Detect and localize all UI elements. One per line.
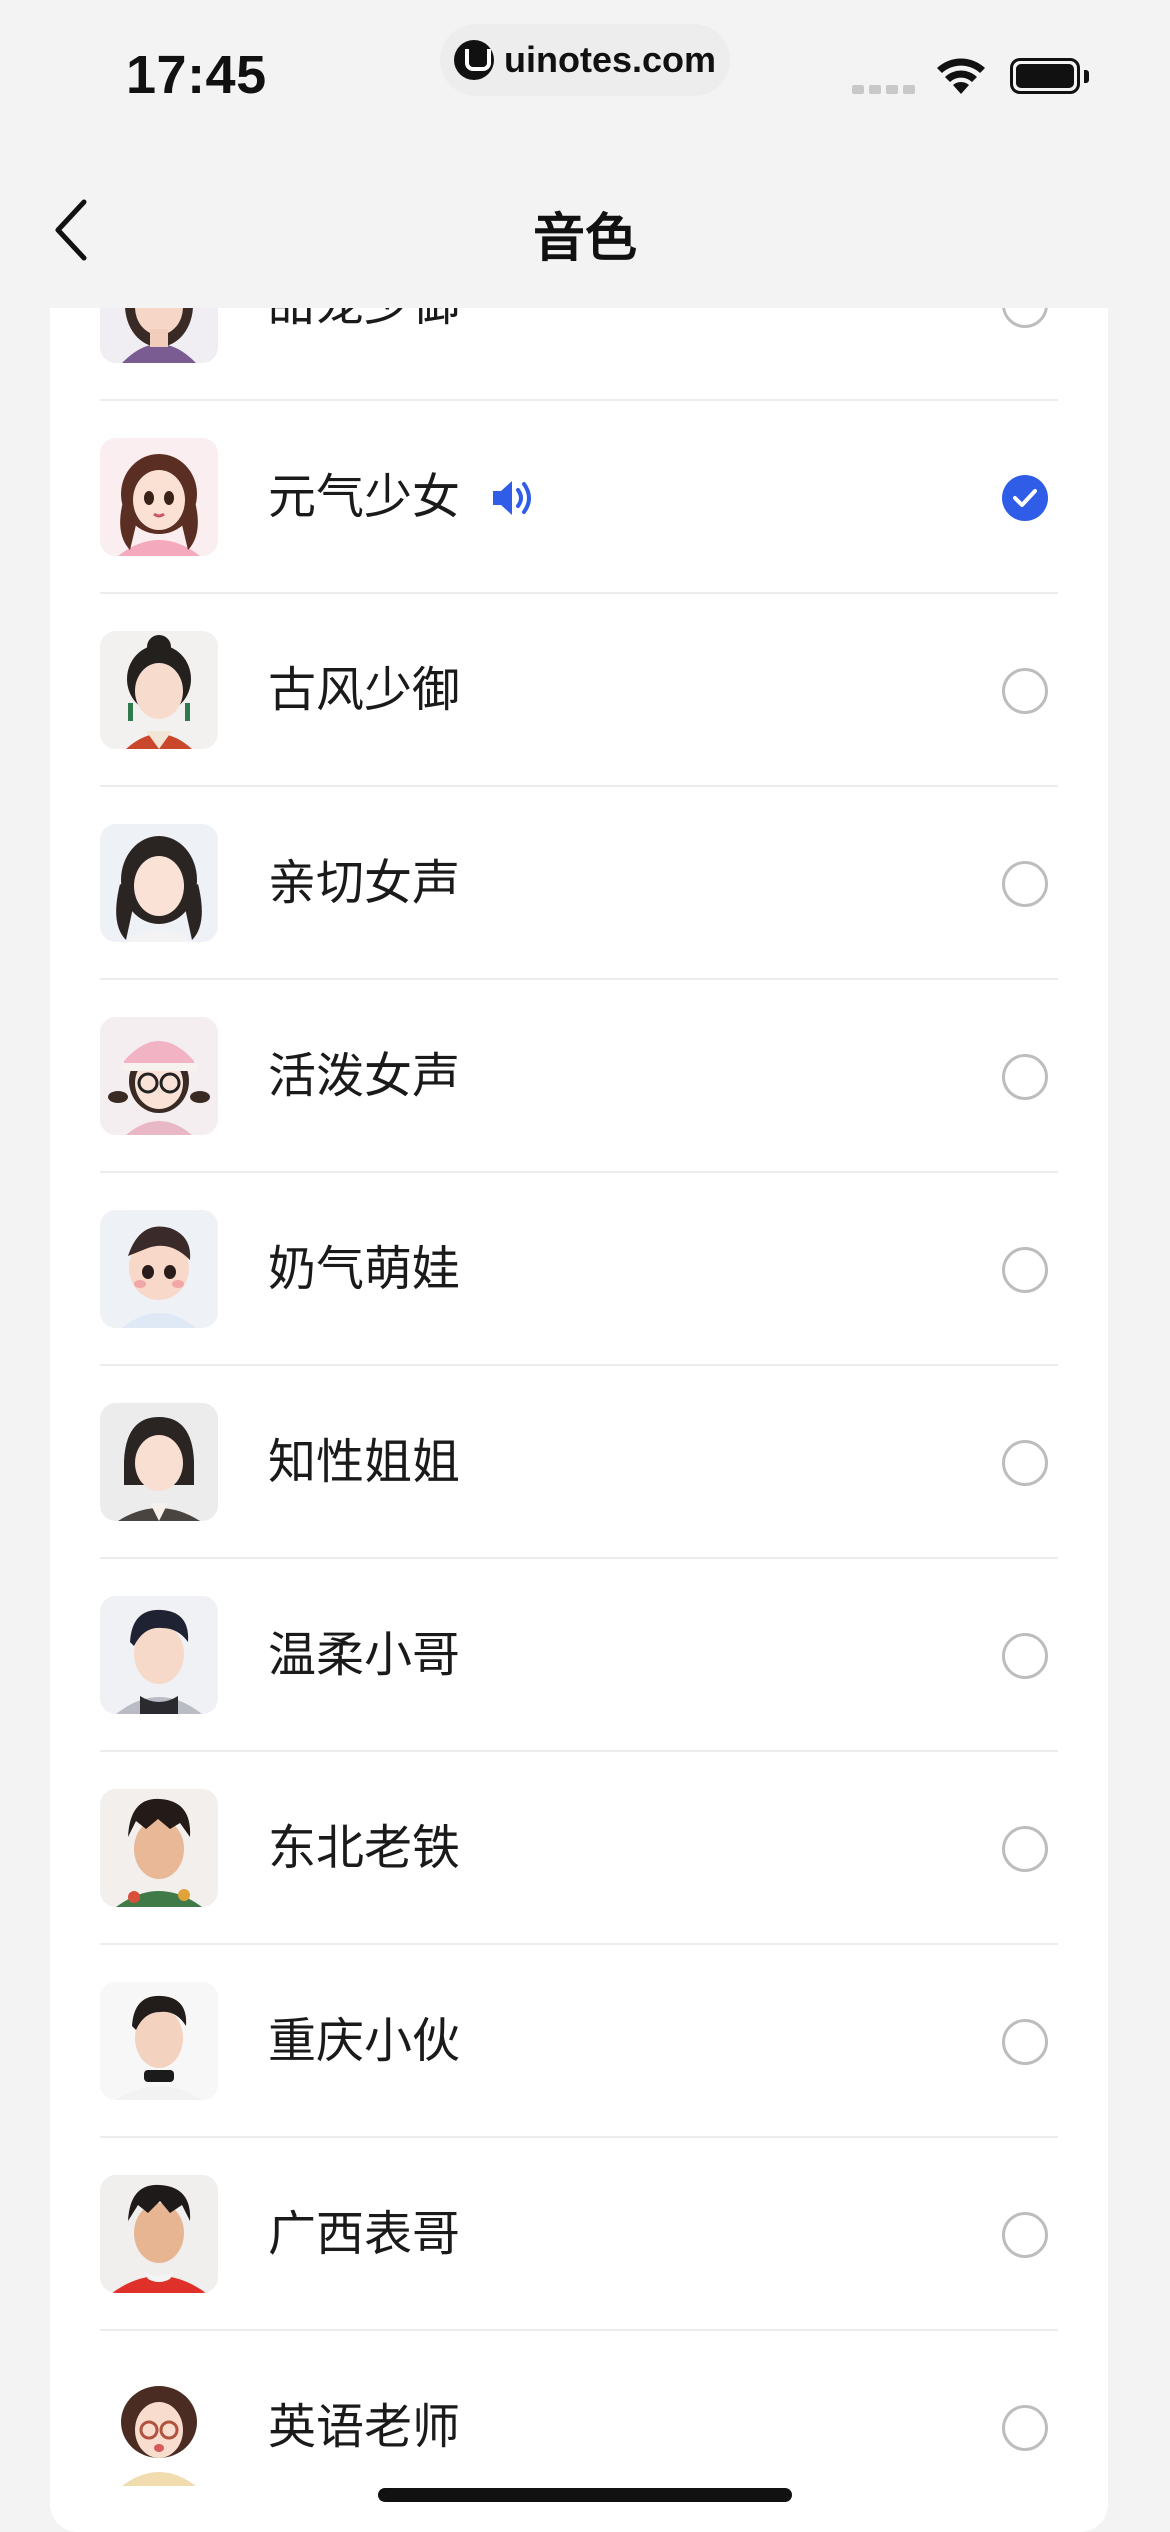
voice-name: 重庆小伙 — [268, 2013, 461, 2069]
url-text: uinotes.com — [503, 39, 717, 80]
avatar — [100, 1210, 218, 1328]
voice-row-selected[interactable]: 元气少女 — [50, 401, 1108, 594]
voice-row[interactable]: 亲切女声 — [50, 787, 1108, 980]
avatar — [100, 2368, 218, 2486]
voice-row[interactable]: 活泼女声 — [50, 980, 1108, 1173]
battery-icon — [1010, 58, 1080, 94]
voice-radio[interactable] — [1002, 1633, 1048, 1679]
avatar — [100, 824, 218, 942]
voice-radio[interactable] — [1002, 1826, 1048, 1872]
voice-name: 温柔小哥 — [268, 1627, 461, 1683]
voice-row[interactable]: 知性姐姐 — [50, 1366, 1108, 1559]
nav-bar: 音色 — [0, 160, 1170, 300]
status-bar: 17:45 uinotes.com — [0, 0, 1170, 150]
voice-radio[interactable] — [1002, 1247, 1048, 1293]
voice-radio[interactable] — [1002, 2405, 1048, 2451]
avatar — [100, 1017, 218, 1135]
voice-radio[interactable] — [1002, 861, 1048, 907]
voice-name: 知性姐姐 — [268, 1434, 461, 1490]
voice-name: 奶气萌娃 — [268, 1241, 461, 1297]
speaker-playing-icon — [493, 481, 531, 515]
avatar — [100, 438, 218, 556]
voice-radio[interactable] — [1002, 1440, 1048, 1486]
voice-name: 甜宠少御 — [268, 308, 460, 401]
voice-radio-checked[interactable] — [1002, 475, 1048, 521]
voice-row[interactable]: 甜宠少御 — [50, 308, 1108, 401]
avatar — [100, 1403, 218, 1521]
voice-row[interactable]: 温柔小哥 — [50, 1559, 1108, 1752]
voice-list-card: 甜宠少御 元气少女 — [50, 308, 1108, 2532]
avatar — [100, 1596, 218, 1714]
voice-name: 古风少御 — [268, 662, 461, 718]
voice-row[interactable]: 古风少御 — [50, 594, 1108, 787]
page-title: 音色 — [532, 209, 637, 269]
voice-row[interactable]: 东北老铁 — [50, 1752, 1108, 1945]
status-time: 17:45 — [126, 45, 267, 105]
url-pill[interactable]: uinotes.com — [440, 24, 730, 96]
voice-radio[interactable] — [1002, 308, 1048, 328]
home-indicator — [378, 2488, 792, 2502]
signal-icon — [852, 85, 915, 94]
wifi-icon — [937, 58, 985, 94]
uinotes-logo-icon — [453, 40, 494, 80]
avatar — [100, 308, 218, 363]
avatar — [100, 1789, 218, 1907]
voice-name: 广西表哥 — [268, 2206, 461, 2262]
voice-name: 元气少女 — [268, 469, 461, 525]
voice-radio[interactable] — [1002, 2019, 1048, 2065]
voice-radio[interactable] — [1002, 1054, 1048, 1100]
voice-name: 东北老铁 — [268, 1820, 461, 1876]
battery-tip — [1084, 70, 1089, 83]
checkmark-icon — [1013, 489, 1037, 507]
voice-name: 活泼女声 — [268, 1048, 461, 1104]
voice-row[interactable]: 广西表哥 — [50, 2138, 1108, 2331]
voice-name: 亲切女声 — [268, 855, 461, 911]
voice-row[interactable]: 奶气萌娃 — [50, 1173, 1108, 1366]
voice-list: 甜宠少御 元气少女 — [50, 308, 1108, 2524]
avatar — [100, 1982, 218, 2100]
avatar — [100, 631, 218, 749]
voice-radio[interactable] — [1002, 668, 1048, 714]
voice-row[interactable]: 重庆小伙 — [50, 1945, 1108, 2138]
voice-radio[interactable] — [1002, 2212, 1048, 2258]
avatar — [100, 2175, 218, 2293]
